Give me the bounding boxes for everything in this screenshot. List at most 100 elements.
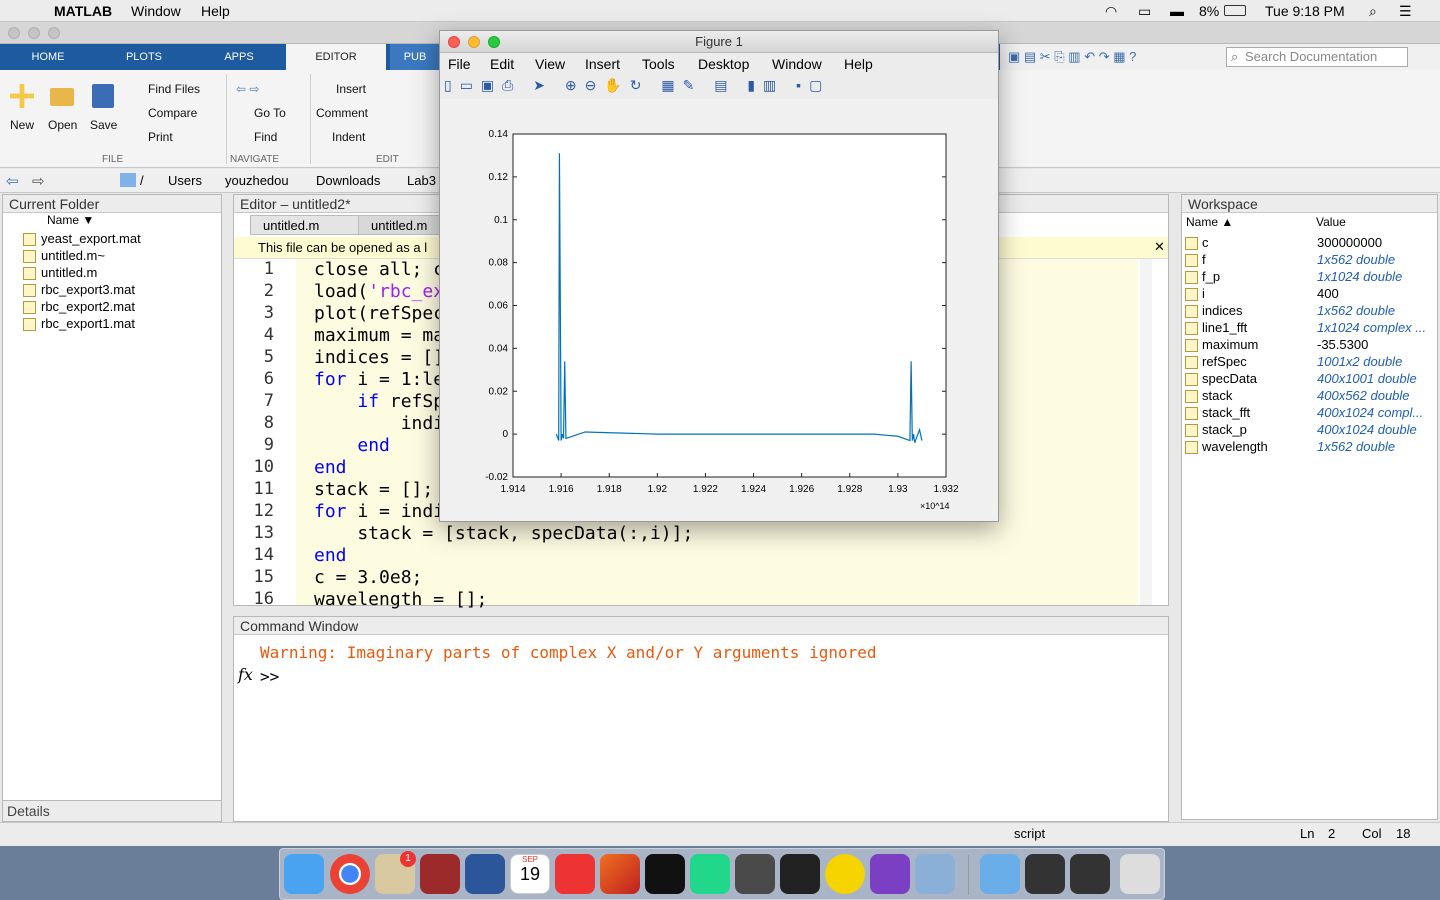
tab-apps[interactable]: APPS [203,44,275,70]
variable-name[interactable]: stack_p [1202,422,1247,437]
new-button[interactable]: New [10,118,34,132]
sublime-icon[interactable] [735,854,775,894]
insert-button[interactable]: Insert [336,82,366,96]
preview-icon[interactable] [915,854,955,894]
dictionary-icon[interactable] [420,854,460,894]
new-icon[interactable] [10,84,34,108]
file-item[interactable]: rbc_export1.mat [41,316,135,331]
search-documentation-input[interactable]: ⌕ Search Documentation [1226,47,1408,67]
code-line[interactable]: plot(refSpec [314,303,444,324]
menu-help[interactable]: Help [201,3,230,19]
find-button[interactable]: Find [254,130,277,144]
path-segment[interactable]: Users [168,173,202,188]
intellij-icon[interactable] [645,854,685,894]
print-button[interactable]: Print [148,130,173,144]
terminal-icon[interactable] [780,854,820,894]
column-value[interactable]: Value [1316,215,1346,229]
chrome-icon[interactable] [330,854,370,894]
file-item[interactable]: yeast_export.mat [41,231,141,246]
compare-button[interactable]: Compare [148,106,197,120]
save-icon[interactable] [92,84,114,108]
close-button[interactable] [8,27,20,39]
menu-app-name[interactable]: MATLAB [54,3,112,19]
pycharm-icon[interactable] [690,854,730,894]
editor-scrollbar[interactable] [1140,259,1152,605]
variable-name[interactable]: indices [1202,303,1242,318]
figure-toolbar-icons[interactable]: ▯▭▣⎙ ➤ ⊕⊖✋↻ ▦✎ ▤ ▮▥ ▪▢ [444,77,830,94]
tab-publish[interactable]: PUB [390,44,440,70]
variable-name[interactable]: f [1202,252,1206,267]
details-panel[interactable]: Details [2,800,222,822]
finder-icon[interactable] [284,854,324,894]
editor-tab[interactable]: untitled.m [358,215,440,235]
window-thumbnail-icon[interactable] [1070,854,1110,894]
variable-name[interactable]: c [1202,235,1209,250]
variable-name[interactable]: wavelength [1202,439,1268,454]
calendar-icon[interactable]: SEP 19 [510,854,550,894]
figure-menu-item[interactable]: Desktop [698,56,749,72]
figure-menu-item[interactable]: Edit [490,56,514,72]
figure-menu-item[interactable]: View [535,56,565,72]
variable-name[interactable]: line1_fft [1202,320,1247,335]
figure-menu-item[interactable]: Window [772,56,822,72]
trash-icon[interactable] [1120,854,1160,894]
figure-menu-item[interactable]: Tools [642,56,675,72]
tab-plots[interactable]: PLOTS [108,44,180,70]
file-item[interactable]: untitled.m~ [41,248,105,263]
code-line[interactable]: indices = [] [314,347,444,368]
back-icon[interactable]: ⇦ [6,172,19,190]
path-segment[interactable]: / [140,173,144,188]
forward-icon[interactable]: ⇨ [32,172,45,190]
music-app-icon[interactable] [825,854,865,894]
purple-app-icon[interactable] [870,854,910,894]
airplay-icon[interactable]: ▭ [1138,3,1151,20]
indent-button[interactable]: Indent [332,130,365,144]
fx-icon[interactable]: fx [238,665,253,684]
code-line[interactable]: for i = indi [314,501,444,522]
clock[interactable]: Tue 9:18 PM [1265,3,1345,19]
zoom-button[interactable] [48,27,60,39]
file-item[interactable]: rbc_export3.mat [41,282,135,297]
menu-window[interactable]: Window [131,3,181,19]
tab-editor[interactable]: EDITOR [286,44,386,70]
matlab-icon[interactable] [600,854,640,894]
path-segment[interactable]: youzhedou [225,173,289,188]
battery-text[interactable]: 8% [1199,3,1219,19]
prompt[interactable]: >> [260,667,279,686]
code-line[interactable]: close all; c [314,259,444,280]
column-name[interactable]: Name ▼ [47,213,94,227]
file-item[interactable]: rbc_export2.mat [41,299,135,314]
path-segment[interactable]: Lab3 [407,173,436,188]
figure-menu-item[interactable]: Help [844,56,873,72]
line-chart[interactable]: 1.914 1.916 1.918 1.92 1.922 1.924 1.926 1.928 1… [440,99,998,521]
code-line[interactable]: for i = 1:le [314,369,444,390]
editor-tab[interactable]: untitled.m [250,215,362,235]
variable-name[interactable]: stack [1202,388,1232,403]
close-icon[interactable]: ✕ [1154,239,1165,255]
column-name[interactable]: Name ▲ [1186,215,1233,229]
downloads-folder-icon[interactable] [980,854,1020,894]
code-line[interactable]: c = 3.0e8; [314,567,422,588]
open-folder-icon[interactable] [50,88,74,106]
tab-home[interactable]: HOME [12,44,84,70]
figure-menu-item[interactable]: File [448,56,471,72]
qat-icons[interactable]: ▣ ▤ ✂ ⎘ ▥ ↶ ↷ ▦ ? [1008,49,1136,65]
spotlight-icon[interactable]: ⌕ [1369,3,1377,20]
window-thumbnail-icon[interactable] [1025,854,1065,894]
command-window[interactable]: Command Window Warning: Imaginary parts … [233,616,1169,822]
variable-name[interactable]: maximum [1202,337,1258,352]
notification-icon[interactable]: ☰ [1399,3,1412,20]
back-forward-icons[interactable]: ⇦ ⇨ [236,82,259,96]
code-line[interactable]: load('rbc_ex [314,281,444,302]
figure-menu-item[interactable]: Insert [585,56,620,72]
code-line[interactable]: end [314,545,347,566]
code-line[interactable]: stack = []; [314,479,433,500]
go-to-button[interactable]: Go To [254,106,286,120]
code-line[interactable]: stack = [stack, specData(:,i)]; [314,523,693,544]
variable-name[interactable]: stack_fft [1202,405,1250,420]
path-segment[interactable]: Downloads [316,173,380,188]
open-button[interactable]: Open [48,118,77,132]
word-icon[interactable] [465,854,505,894]
variable-name[interactable]: f_p [1202,269,1220,284]
code-line[interactable]: if refSp [314,391,444,412]
